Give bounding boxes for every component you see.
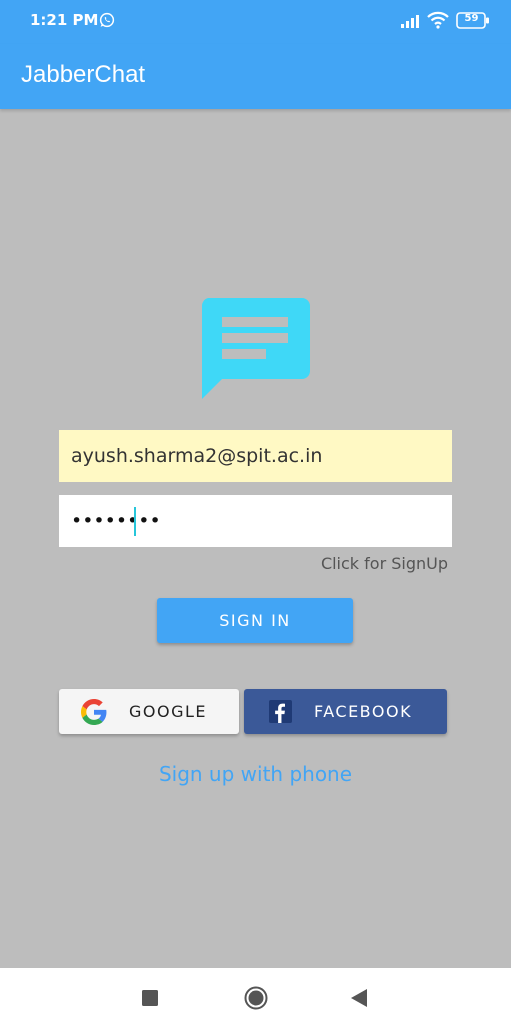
home-icon[interactable] [244, 986, 268, 1010]
chat-bubble-icon [201, 298, 310, 399]
navigation-bar [0, 968, 511, 1026]
password-input[interactable] [59, 495, 452, 547]
wifi-icon [427, 11, 449, 29]
google-sign-in-button[interactable]: GOOGLE [59, 689, 239, 734]
status-bar: 1:21 PM 59 [0, 0, 511, 44]
app-title: JabberChat [21, 61, 146, 88]
signup-link[interactable]: Click for SignUp [280, 554, 448, 573]
facebook-icon [269, 700, 292, 723]
google-icon [81, 699, 107, 725]
whatsapp-icon [99, 12, 115, 28]
status-time: 1:21 PM [30, 11, 99, 29]
facebook-button-label: FACEBOOK [314, 702, 413, 721]
email-input[interactable] [59, 430, 452, 482]
sign-in-button[interactable]: SIGN IN [157, 598, 353, 643]
google-button-label: GOOGLE [129, 702, 208, 721]
recents-icon[interactable] [142, 990, 158, 1006]
text-cursor [134, 507, 136, 536]
back-icon[interactable] [350, 988, 368, 1008]
facebook-sign-in-button[interactable]: FACEBOOK [244, 689, 447, 734]
app-bar: JabberChat [0, 44, 511, 109]
phone-signup-link[interactable]: Sign up with phone [0, 762, 511, 786]
battery-level: 59 [464, 13, 479, 24]
signal-icon [401, 15, 419, 28]
